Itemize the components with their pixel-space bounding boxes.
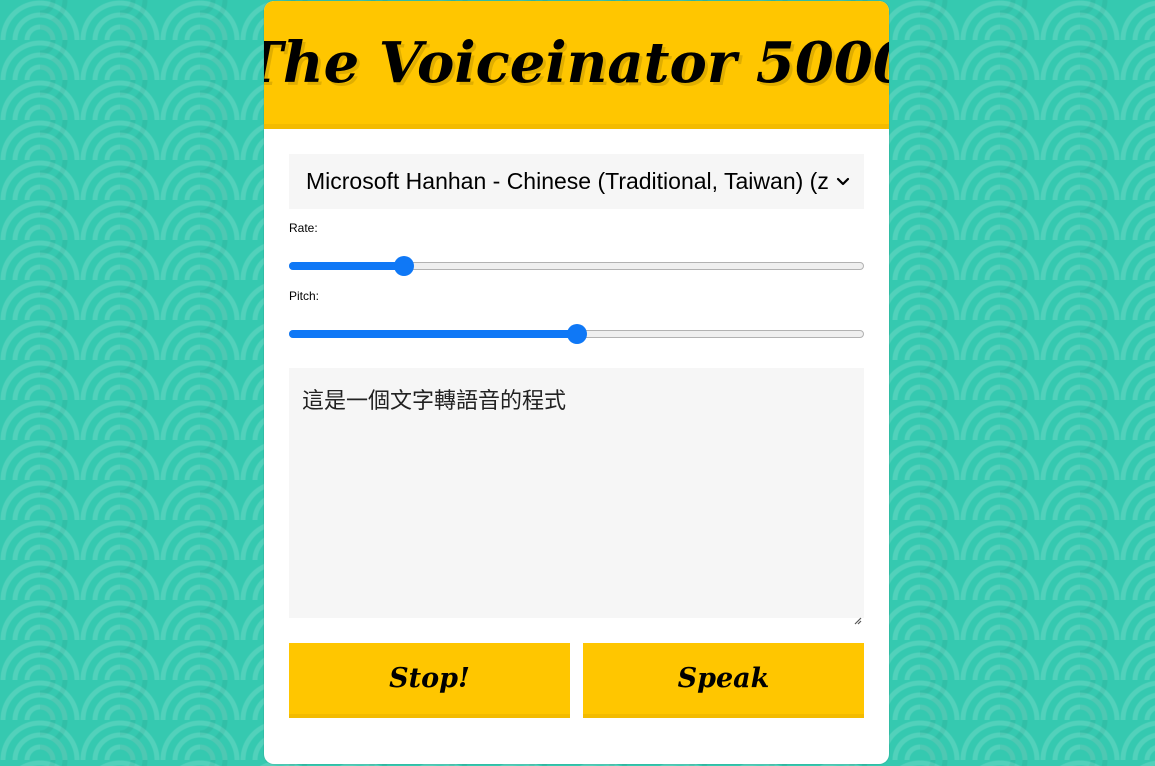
message-text: 這是一個文字轉語音的程式 — [302, 389, 567, 414]
header: The Voiceinator 5000 — [264, 1, 889, 129]
pitch-label: Pitch: — [289, 289, 320, 303]
stop-button[interactable]: Stop! — [289, 643, 570, 718]
rate-label: Rate: — [289, 221, 318, 235]
pitch-slider[interactable] — [289, 323, 864, 345]
rate-slider-fill — [289, 262, 405, 270]
speak-button[interactable]: Speak — [583, 643, 864, 718]
pitch-slider-thumb[interactable] — [566, 324, 587, 344]
controls-panel: Microsoft Hanhan - Chinese (Traditional,… — [289, 154, 864, 718]
voice-select[interactable]: Microsoft Hanhan - Chinese (Traditional,… — [289, 154, 864, 209]
rate-slider-thumb[interactable] — [394, 256, 415, 276]
rate-slider[interactable] — [289, 255, 864, 277]
app-title: The Voiceinator 5000 — [264, 29, 889, 96]
voice-select-value: Microsoft Hanhan - Chinese (Traditional,… — [306, 168, 828, 194]
voiceinator-card: The Voiceinator 5000 Microsoft Hanhan - … — [264, 1, 889, 764]
pitch-slider-fill — [289, 330, 577, 338]
resize-handle-icon[interactable] — [852, 606, 862, 625]
message-textarea[interactable]: 這是一個文字轉語音的程式 — [289, 368, 864, 625]
button-row: Stop! Speak — [289, 643, 864, 718]
chevron-down-icon — [834, 173, 852, 191]
